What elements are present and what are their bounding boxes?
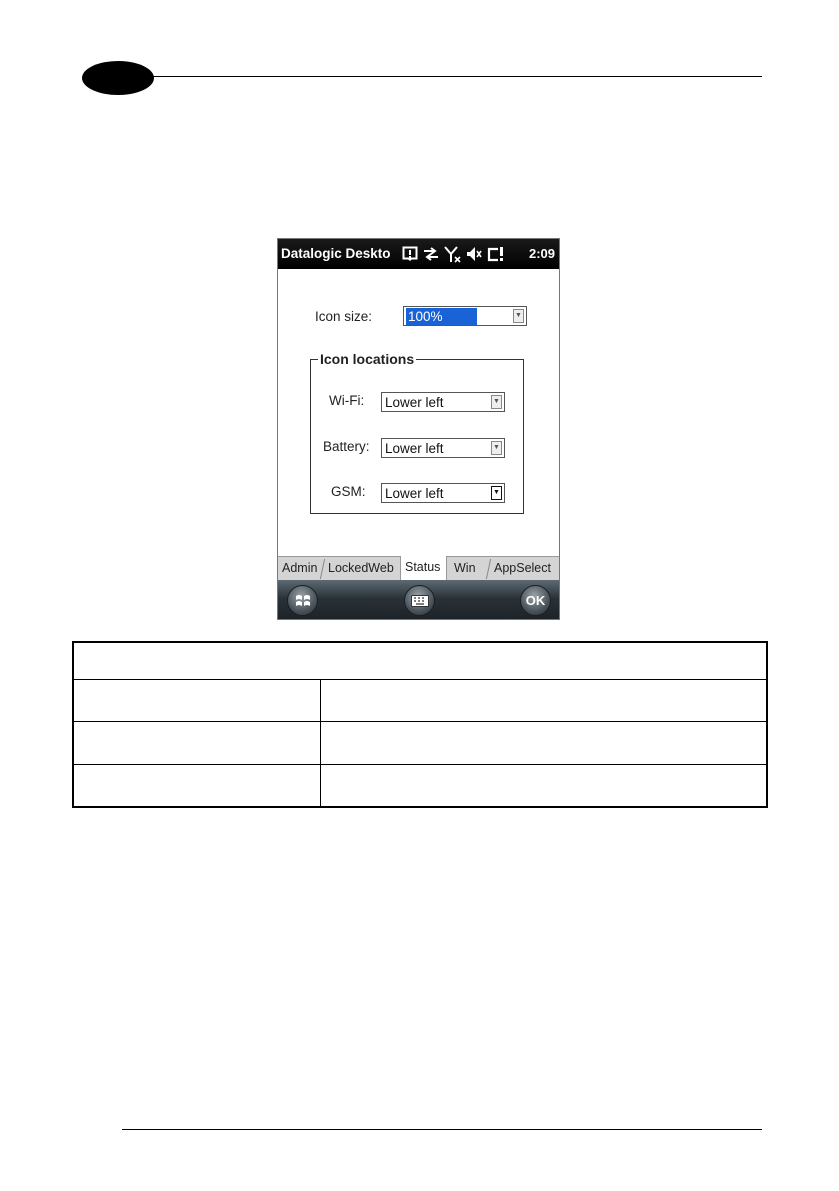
tab-lockedweb[interactable]: LockedWeb — [324, 557, 400, 580]
status-settings-form: Icon size: 100% ▼ Icon locations Wi-Fi: … — [278, 269, 559, 556]
status-icons — [402, 243, 506, 265]
softkey-bar: OK — [278, 580, 559, 619]
keyboard-button[interactable] — [404, 585, 435, 616]
ok-button[interactable]: OK — [520, 585, 551, 616]
gsm-location-select[interactable]: Lower left ▼ — [381, 483, 505, 503]
description-table — [72, 641, 768, 808]
table-row-divider — [74, 679, 766, 680]
window-title: Datalogic Deskto — [281, 246, 391, 261]
footer-rule — [122, 1129, 762, 1130]
data-sync-icon — [422, 245, 440, 263]
volume-muted-icon[interactable] — [466, 245, 482, 263]
start-button[interactable] — [287, 585, 318, 616]
battery-alert-icon — [486, 245, 506, 263]
windows-start-icon — [294, 595, 312, 613]
no-signal-icon — [444, 245, 462, 263]
chevron-down-icon: ▼ — [491, 395, 502, 409]
tab-win[interactable]: Win — [450, 557, 488, 580]
table-row-divider — [74, 764, 766, 765]
tab-status[interactable]: Status — [400, 556, 447, 581]
status-bar: Datalogic Deskto 2:09 — [278, 239, 559, 269]
battery-location-select[interactable]: Lower left ▼ — [381, 438, 505, 458]
clock: 2:09 — [528, 246, 555, 261]
chapter-marker — [82, 61, 154, 95]
icon-size-label: Icon size: — [315, 309, 373, 324]
tab-admin[interactable]: Admin — [278, 557, 322, 580]
tab-bar: Admin LockedWeb Status Win AppSelect — [278, 556, 559, 581]
chevron-down-icon: ▼ — [513, 309, 524, 323]
tab-appselect[interactable]: AppSelect — [490, 557, 559, 580]
wifi-location-select[interactable]: Lower left ▼ — [381, 392, 505, 412]
keyboard-icon — [410, 595, 429, 610]
wifi-label: Wi-Fi: — [329, 393, 365, 408]
table-row-divider — [74, 721, 766, 722]
gsm-label: GSM: — [331, 484, 366, 499]
chevron-down-icon: ▼ — [491, 486, 502, 500]
device-screenshot: Datalogic Deskto 2:09 Icon size: 100% ▼ — [277, 238, 560, 620]
chevron-down-icon: ▼ — [491, 441, 502, 455]
icon-size-select[interactable]: 100% ▼ — [403, 306, 527, 326]
table-column-divider — [320, 680, 321, 807]
notification-icon[interactable] — [402, 246, 418, 262]
icon-locations-title: Icon locations — [318, 351, 417, 367]
battery-label: Battery: — [323, 439, 370, 454]
header-rule — [150, 76, 762, 77]
